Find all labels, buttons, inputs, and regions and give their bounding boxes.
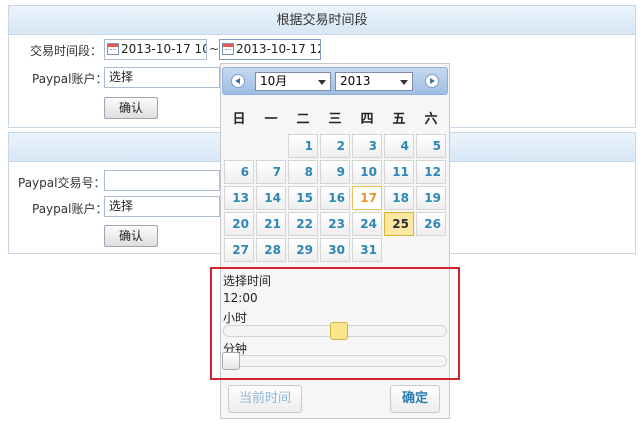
paypal-account-select[interactable]: 选择 [104,67,220,88]
calendar-day[interactable]: 4 [384,134,414,158]
panel-title: 根据交易时间段 [9,6,635,35]
calendar-day[interactable]: 13 [224,186,254,210]
paypal-account-value: 选择 [109,199,134,213]
chevron-down-icon [318,80,326,85]
calendar-day[interactable]: 20 [224,212,254,236]
calendar-day[interactable]: 22 [288,212,318,236]
start-datetime-value: 2013-10-17 10 [121,42,207,56]
paypal-account-label: Paypal账户： [32,202,108,216]
weekday-tue: 二 [296,112,310,127]
calendar-day[interactable]: 29 [288,238,318,262]
calendar-day[interactable]: 8 [288,160,318,184]
minute-slider-handle[interactable] [222,352,240,370]
calendar-day[interactable]: 25 [384,212,414,236]
paypal-account-select[interactable]: 选择 [104,196,220,217]
time-range-label: 交易时间段： [30,44,103,58]
prev-month-icon[interactable] [231,74,245,88]
calendar-day[interactable]: 24 [352,212,382,236]
calendar-day[interactable]: 19 [416,186,446,210]
paypal-account-value: 选择 [109,70,134,84]
calendar-day[interactable]: 15 [288,186,318,210]
calendar-day[interactable]: 5 [416,134,446,158]
ok-button[interactable]: 确定 [390,385,440,413]
weekday-wed: 三 [328,112,342,127]
weekday-fri: 五 [392,112,406,127]
calendar-day[interactable]: 21 [256,212,286,236]
calendar-day[interactable]: 16 [320,186,350,210]
confirm-button[interactable]: 确认 [104,225,158,247]
paypal-txn-input[interactable] [104,170,220,191]
month-value: 10月 [260,74,288,88]
range-separator: ~ [209,42,220,56]
weekday-sun: 日 [232,112,246,127]
paypal-account-label: Paypal账户： [32,72,108,86]
calendar-day[interactable]: 26 [416,212,446,236]
calendar-day[interactable]: 2 [320,134,350,158]
calendar-day[interactable]: 11 [384,160,414,184]
next-month-icon[interactable] [425,74,439,88]
calendar-day[interactable]: 28 [256,238,286,262]
paypal-txn-label: Paypal交易号： [18,176,106,190]
calendar-icon [222,43,234,55]
end-datetime-input[interactable]: 2013-10-17 12 [219,39,321,60]
end-datetime-value: 2013-10-17 12 [236,42,321,56]
weekday-mon: 一 [264,112,278,127]
calendar-day[interactable]: 10 [352,160,382,184]
calendar-day[interactable]: 1 [288,134,318,158]
calendar-day[interactable]: 14 [256,186,286,210]
calendar-day[interactable]: 3 [352,134,382,158]
calendar-day[interactable]: 6 [224,160,254,184]
calendar-day[interactable]: 12 [416,160,446,184]
year-value: 2013 [340,74,371,88]
calendar-day[interactable]: 9 [320,160,350,184]
month-select[interactable]: 10月 [255,72,331,91]
time-value: 12:00 [223,291,258,305]
confirm-button[interactable]: 确认 [104,97,158,119]
start-datetime-input[interactable]: 2013-10-17 10 [104,39,207,60]
year-select[interactable]: 2013 [335,72,413,91]
calendar-day[interactable]: 23 [320,212,350,236]
calendar-day[interactable]: 7 [256,160,286,184]
time-section-title: 选择时间 [223,274,272,288]
calendar-day[interactable]: 30 [320,238,350,262]
chevron-down-icon [400,80,408,85]
minute-slider[interactable] [222,352,447,370]
calendar-day[interactable]: 27 [224,238,254,262]
datepicker-popup: 10月 2013 日 一 二 三 四 五 六 1 2 3 4 5 6 7 8 9 10 11 12 13… [220,63,450,419]
calendar-day[interactable]: 17 [352,186,382,210]
weekday-sat: 六 [424,112,438,127]
hour-slider[interactable] [223,322,447,340]
calendar-day[interactable]: 31 [352,238,382,262]
current-time-button[interactable]: 当前时间 [228,385,302,413]
calendar-icon [107,43,119,55]
weekday-thu: 四 [360,112,374,127]
datepicker-header: 10月 2013 [222,67,448,95]
hour-label: 小时 [223,311,248,325]
hour-slider-handle[interactable] [330,322,348,340]
calendar-day[interactable]: 18 [384,186,414,210]
